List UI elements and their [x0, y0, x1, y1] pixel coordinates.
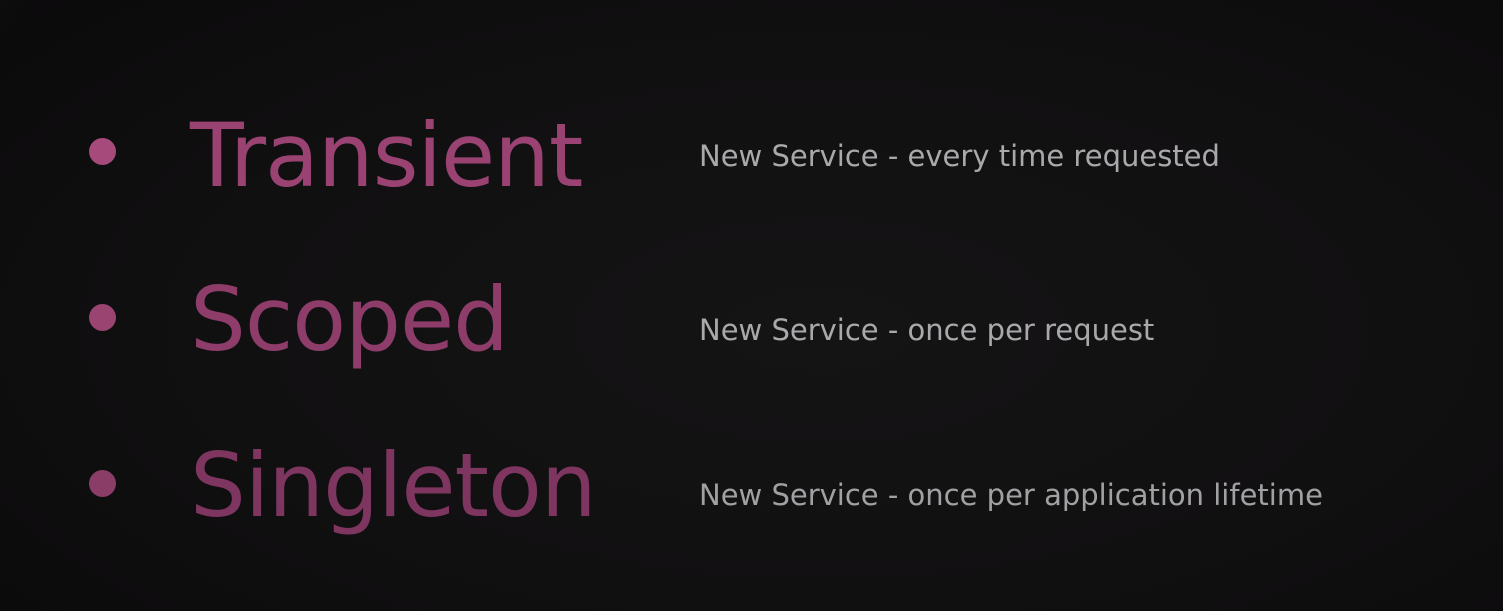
bullet-dot-icon	[89, 470, 116, 497]
list-item-scoped: Scoped New Service - once per request	[0, 264, 1503, 384]
term-label: Singleton	[190, 434, 597, 537]
slide: Transient New Service - every time reque…	[0, 0, 1503, 611]
bullet-dot-icon	[89, 304, 116, 331]
term-description: New Service - once per application lifet…	[699, 478, 1323, 512]
list-item-singleton: Singleton New Service - once per applica…	[0, 430, 1503, 550]
term-description: New Service - once per request	[699, 313, 1155, 347]
term-description: New Service - every time requested	[699, 139, 1220, 173]
term-label: Transient	[190, 104, 583, 207]
bullet-dot-icon	[89, 138, 116, 165]
term-label: Scoped	[190, 268, 509, 371]
list-item-transient: Transient New Service - every time reque…	[0, 100, 1503, 220]
